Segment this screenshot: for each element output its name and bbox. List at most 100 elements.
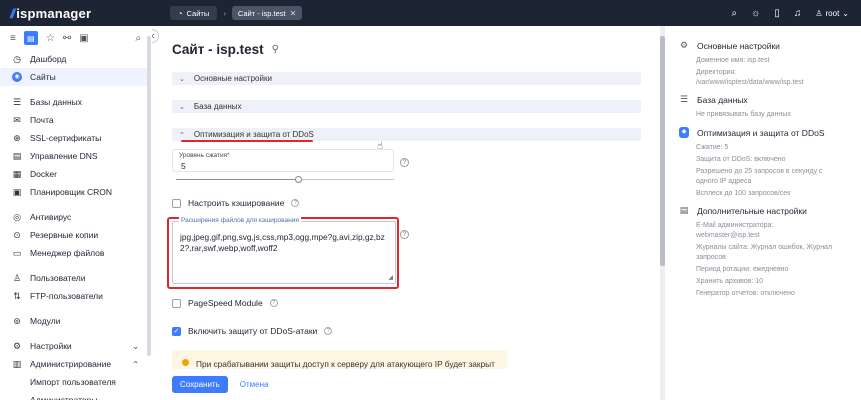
- user-icon: ♙: [815, 8, 823, 18]
- sidebar-item[interactable]: ◎ Антивирус: [0, 208, 149, 226]
- pagespeed-checkbox[interactable]: [172, 298, 181, 308]
- database-icon: ☰: [12, 96, 22, 107]
- share-icon[interactable]: ⚯: [63, 33, 71, 44]
- pagespeed-checkbox-row[interactable]: PageSpeed Module ?: [172, 298, 278, 308]
- sidebar-scrollbar[interactable]: [147, 36, 151, 356]
- calendar-icon[interactable]: ▣: [79, 33, 88, 44]
- summary-line: Всплеск до 100 запросов/сек: [696, 190, 791, 197]
- dashboard-icon: ◷: [13, 53, 21, 64]
- section-basic[interactable]: ⌄ Основные настройки: [172, 72, 641, 85]
- close-icon[interactable]: ✕: [152, 29, 159, 43]
- summary-line: webmaster@isp.test: [696, 232, 760, 239]
- chevron-icon[interactable]: ⌃: [132, 360, 139, 369]
- chevron-down-icon: ⌄: [842, 8, 849, 18]
- sidebar-item[interactable]: ▥ Администрирование ⌃: [0, 355, 149, 373]
- help-icon[interactable]: ?: [400, 230, 409, 239]
- breadcrumb-current[interactable]: Сайт - isp.test ✕: [231, 6, 303, 20]
- folder-icon: ▭: [12, 247, 22, 258]
- chevron-up-icon: ⌃: [179, 131, 185, 139]
- link-icon[interactable]: ⚲: [272, 44, 279, 55]
- close-tab-icon[interactable]: ✕: [290, 9, 297, 18]
- sidebar-item[interactable]: ▣ Планировщик CRON: [0, 183, 149, 201]
- sidebar-item[interactable]: ◉ Сайты: [0, 68, 149, 86]
- theme-icon[interactable]: ☼: [751, 8, 760, 19]
- cache-checkbox[interactable]: [172, 198, 181, 208]
- star-icon[interactable]: ☆: [46, 33, 55, 44]
- chevron-down-icon: ⌄: [179, 103, 185, 111]
- ddos-checkbox-label: Включить защиту от DDoS-атаки: [188, 326, 318, 336]
- dns-icon: ▤: [12, 150, 22, 161]
- summary-additional: ▤ Дополнительные настройки E-Mail админис…: [679, 205, 855, 298]
- chevron-down-icon: ⌄: [179, 75, 185, 83]
- section-basic-label: Основные настройки: [193, 74, 272, 83]
- sidebar-item[interactable]: ⊕ SSL-сертификаты: [0, 129, 149, 147]
- sidebar-subitem[interactable]: Администраторы: [0, 391, 149, 400]
- help-icon[interactable]: ?: [400, 158, 409, 167]
- shield-icon: ◎: [13, 211, 21, 222]
- admin-icon: ▥: [12, 358, 22, 369]
- slider-handle[interactable]: [295, 176, 303, 183]
- user-icon: ♙: [12, 272, 22, 283]
- sidebar-item[interactable]: ✉ Почта: [0, 111, 149, 129]
- globe-icon: ◉: [12, 72, 22, 82]
- ddos-checkbox[interactable]: ✓: [172, 326, 181, 336]
- help-icon[interactable]: ?: [269, 299, 278, 307]
- pagespeed-checkbox-label: PageSpeed Module: [188, 298, 263, 308]
- compression-field[interactable]: Уровень сжатия* 5: [172, 149, 394, 172]
- sidebar-item[interactable]: ☰ Базы данных: [0, 93, 149, 111]
- main-form: ✕ Сайт - isp.test ⚲ ⌄ Основные настройки…: [152, 26, 657, 400]
- menu-icon[interactable]: ≡: [10, 33, 16, 44]
- list-view-icon[interactable]: ▤: [23, 31, 38, 45]
- docker-icon: ▦: [12, 168, 22, 179]
- sidebar-item[interactable]: ⊙ Резервные копии: [0, 226, 149, 244]
- summary-ddos-title: Оптимизация и защита от DDoS: [697, 127, 825, 138]
- sidebar-item-label: Пользователи: [30, 273, 86, 283]
- logo[interactable]: // ispmanager: [0, 6, 170, 21]
- sidebar-item[interactable]: ◷ Дашборд: [0, 50, 149, 68]
- shield-icon: ◆: [679, 127, 689, 138]
- extensions-textarea[interactable]: Расширения файлов для кэширования jpg,jp…: [172, 217, 396, 284]
- cancel-button[interactable]: Отмена: [240, 380, 269, 389]
- user-menu[interactable]: ♙ root ⌄: [815, 9, 849, 18]
- sidebar-item-label: Управление DNS: [30, 151, 98, 161]
- chevron-icon[interactable]: ⌄: [132, 342, 139, 351]
- search-icon[interactable]: ⌕: [135, 33, 141, 44]
- logo-text: ispmanager: [16, 5, 92, 21]
- bell-icon[interactable]: ♫: [794, 8, 802, 19]
- sidebar-item[interactable]: ♙ Пользователи: [0, 269, 149, 287]
- panel-icon[interactable]: ▯: [774, 8, 780, 19]
- sidebar-item[interactable]: ▭ Менеджер файлов: [0, 244, 149, 262]
- cache-checkbox-label: Настроить кэширование: [188, 198, 285, 208]
- summary-line: запросов: [696, 254, 726, 261]
- sidebar-subitem[interactable]: Импорт пользователя: [0, 373, 149, 391]
- help-icon[interactable]: ?: [291, 199, 300, 207]
- sidebar-item[interactable]: ▦ Docker: [0, 165, 149, 183]
- resize-grip-icon[interactable]: ◢: [388, 274, 393, 281]
- breadcrumb-current-label: Сайт - isp.test: [237, 8, 286, 18]
- ddos-checkbox-row[interactable]: ✓ Включить защиту от DDoS-атаки ?: [172, 326, 333, 336]
- highlight-underline: [181, 140, 313, 142]
- modules-icon: ⊚: [13, 315, 21, 326]
- sidebar-item[interactable]: ⇅ FTP-пользователи: [0, 287, 149, 305]
- save-button[interactable]: Сохранить: [172, 376, 228, 393]
- cache-checkbox-row[interactable]: Настроить кэширование ?: [172, 198, 300, 208]
- sidebar-item-label: Резервные копии: [30, 230, 99, 240]
- sidebar-item[interactable]: ⊚ Модули: [0, 312, 149, 330]
- sidebar-item-label: Базы данных: [30, 97, 83, 107]
- breadcrumb-home[interactable]: ◔ Сайты: [170, 6, 218, 20]
- clock-icon: ◔: [178, 8, 183, 18]
- page-title-text: Сайт - isp.test: [172, 42, 264, 57]
- lock-icon: ⊕: [13, 132, 21, 143]
- sidebar-item[interactable]: ▤ Управление DNS: [0, 147, 149, 165]
- search-icon[interactable]: ⌕: [732, 8, 738, 19]
- sidebar-item-label: Планировщик CRON: [30, 187, 113, 197]
- summary-line: E-Mail администратора:: [696, 222, 774, 229]
- sidebar-item-label: Менеджер файлов: [30, 248, 105, 258]
- section-database-label: База данных: [193, 102, 242, 111]
- sidebar-item[interactable]: ⚙ Настройки ⌄: [0, 337, 149, 355]
- section-database[interactable]: ⌄ База данных: [172, 100, 641, 113]
- help-icon[interactable]: ?: [324, 327, 333, 335]
- compression-slider[interactable]: [176, 176, 394, 183]
- logo-mark: //: [10, 5, 15, 21]
